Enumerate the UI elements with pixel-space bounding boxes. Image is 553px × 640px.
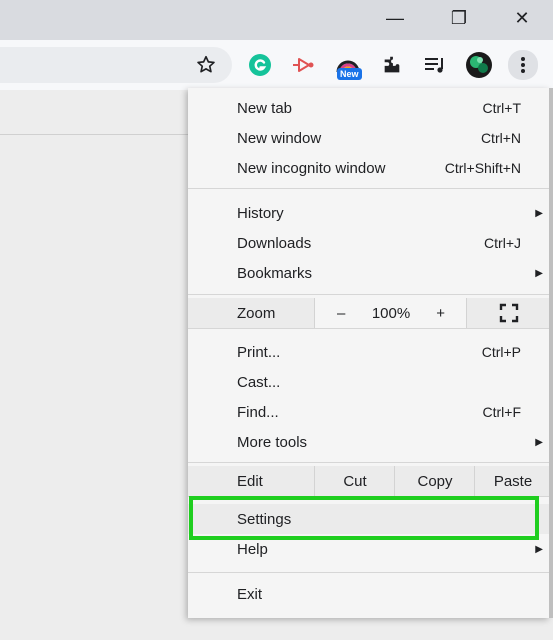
fullscreen-icon [499, 303, 519, 323]
menu-item-label: New incognito window [237, 159, 386, 177]
chrome-main-menu: New tab Ctrl+T New window Ctrl+N New inc… [188, 88, 550, 618]
fullscreen-button[interactable] [466, 298, 551, 328]
edit-row: Edit Cut Copy Paste [188, 466, 550, 496]
menu-item-shortcut: Ctrl+P [481, 344, 521, 360]
zoom-in-button[interactable]: + [436, 305, 445, 322]
menu-separator [188, 496, 550, 497]
menu-item-shortcut: Ctrl+Shift+N [444, 160, 521, 176]
browser-toolbar: New [0, 40, 553, 90]
submenu-arrow-icon: ▶ [535, 543, 543, 555]
menu-item-shortcut: Ctrl+T [482, 100, 522, 116]
menu-separator [188, 328, 550, 329]
menu-separator [188, 572, 550, 573]
menu-item-exit[interactable]: Exit [188, 579, 550, 609]
menu-separator [188, 462, 550, 463]
divider [0, 134, 188, 135]
menu-item-shortcut: Ctrl+N [480, 130, 521, 146]
menu-item-label: Settings [237, 510, 292, 528]
menu-item-find[interactable]: Find... Ctrl+F [188, 397, 550, 427]
menu-item-new-window[interactable]: New window Ctrl+N [188, 123, 550, 153]
zoom-out-button[interactable]: – [337, 305, 345, 322]
extension-icon[interactable] [290, 51, 318, 79]
reading-list-icon[interactable] [421, 51, 449, 79]
menu-item-label: New tab [237, 99, 293, 117]
star-icon[interactable] [192, 51, 220, 79]
menu-item-bookmarks[interactable]: Bookmarks ▶ [188, 258, 550, 288]
menu-shadow [549, 88, 553, 618]
menu-item-downloads[interactable]: Downloads Ctrl+J [188, 228, 550, 258]
menu-separator [188, 188, 550, 189]
menu-item-cast[interactable]: Cast... [188, 367, 550, 397]
edit-label-cell: Edit [188, 466, 314, 496]
menu-item-new-tab[interactable]: New tab Ctrl+T [188, 93, 550, 123]
zoom-level: 100% [371, 304, 411, 322]
menu-item-new-incognito-window[interactable]: New incognito window Ctrl+Shift+N [188, 153, 550, 183]
grammarly-icon[interactable] [246, 51, 274, 79]
paste-button[interactable]: Paste [474, 466, 551, 496]
minimize-button[interactable]: — [372, 0, 418, 36]
menu-item-label: Cast... [237, 373, 281, 391]
menu-item-label: Downloads [237, 234, 312, 252]
cut-label: Cut [343, 472, 367, 490]
paste-label: Paste [493, 472, 533, 490]
copy-button[interactable]: Copy [394, 466, 475, 496]
title-bar: — ❐ ✕ [0, 0, 553, 40]
menu-item-label: Exit [237, 585, 263, 603]
menu-item-label: Bookmarks [237, 264, 313, 282]
menu-item-label: Help [237, 540, 268, 558]
menu-item-shortcut: Ctrl+J [484, 235, 521, 251]
avatar[interactable] [465, 51, 493, 79]
copy-label: Copy [417, 472, 453, 490]
puzzle-icon[interactable] [378, 51, 406, 79]
menu-item-label: New window [237, 129, 322, 147]
menu-item-label: More tools [237, 433, 308, 451]
zoom-label: Zoom [237, 304, 276, 322]
menu-separator [188, 294, 550, 295]
close-button[interactable]: ✕ [499, 0, 545, 36]
menu-item-label: Print... [237, 343, 281, 361]
edit-label: Edit [237, 472, 263, 490]
menu-item-help[interactable]: Help ▶ [188, 534, 550, 564]
zoom-label-cell: Zoom [188, 298, 314, 328]
submenu-arrow-icon: ▶ [535, 436, 543, 448]
menu-item-label: Find... [237, 403, 279, 421]
new-badge: New [337, 68, 362, 80]
menu-item-shortcut: Ctrl+F [482, 404, 522, 420]
maximize-button[interactable]: ❐ [436, 0, 482, 36]
submenu-arrow-icon: ▶ [535, 267, 543, 279]
menu-item-settings[interactable]: Settings [188, 504, 550, 534]
menu-item-label: History [237, 204, 284, 222]
menu-item-history[interactable]: History ▶ [188, 198, 550, 228]
cut-button[interactable]: Cut [314, 466, 395, 496]
menu-item-print[interactable]: Print... Ctrl+P [188, 337, 550, 367]
submenu-arrow-icon: ▶ [535, 207, 543, 219]
zoom-row: Zoom – 100% + [188, 298, 550, 328]
zoom-controls: – 100% + [314, 298, 467, 328]
more-icon[interactable] [508, 50, 538, 80]
new-extension-icon[interactable]: New [334, 51, 362, 80]
menu-item-more-tools[interactable]: More tools ▶ [188, 427, 550, 457]
